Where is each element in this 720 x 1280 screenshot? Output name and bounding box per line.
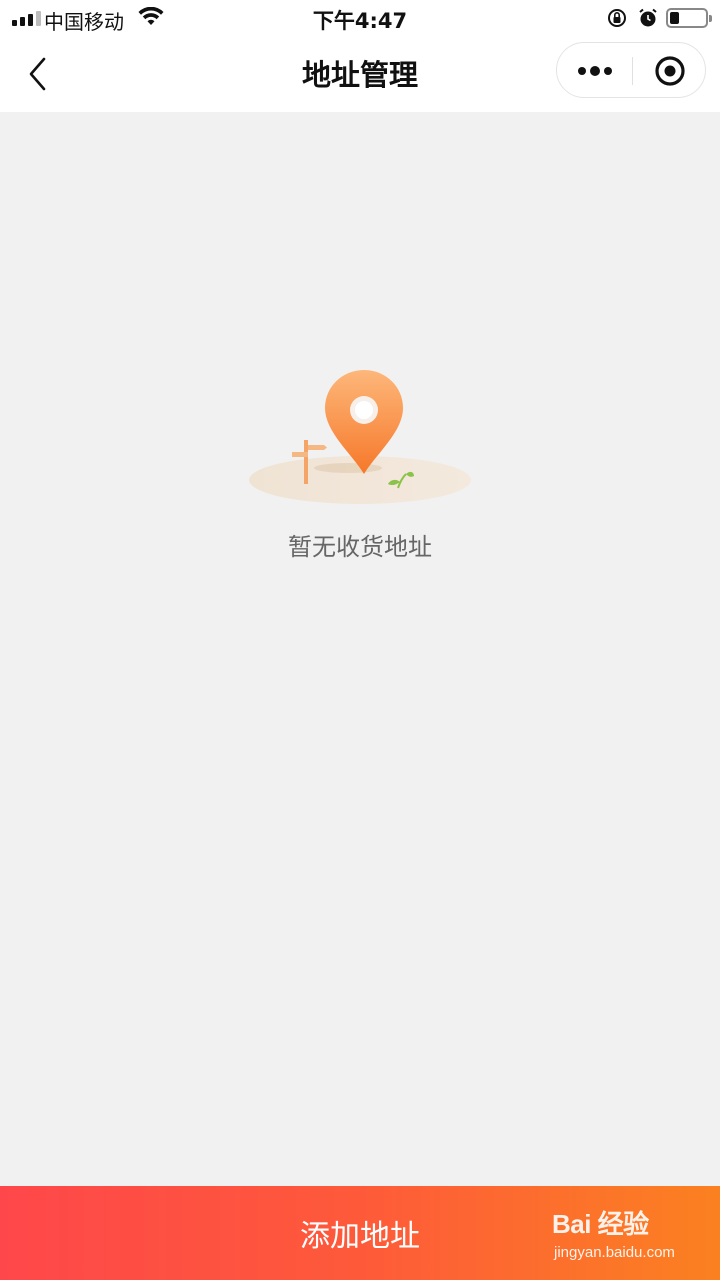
battery-icon [666,8,712,28]
more-dots-icon [577,66,612,76]
more-button[interactable] [557,43,632,99]
target-circle-icon [655,56,685,86]
add-address-label: 添加地址 [300,1219,420,1254]
navigation-bar: 地址管理 [0,36,720,112]
alarm-icon [639,8,657,27]
orientation-lock-icon [608,9,626,27]
watermark-url: jingyan.baidu.com [554,1244,675,1261]
close-mini-program-button[interactable] [633,43,707,99]
empty-location-illustration [249,370,471,504]
baidu-jingyan-watermark: Bai 经验 jingyan.baidu.com [552,1200,702,1268]
empty-state-message: 暂无收货地址 [288,533,432,561]
watermark-logo: Bai 经验 [552,1209,649,1239]
status-bar: 中国移动 下午4:47 [0,0,720,36]
mini-program-capsule [556,42,706,98]
